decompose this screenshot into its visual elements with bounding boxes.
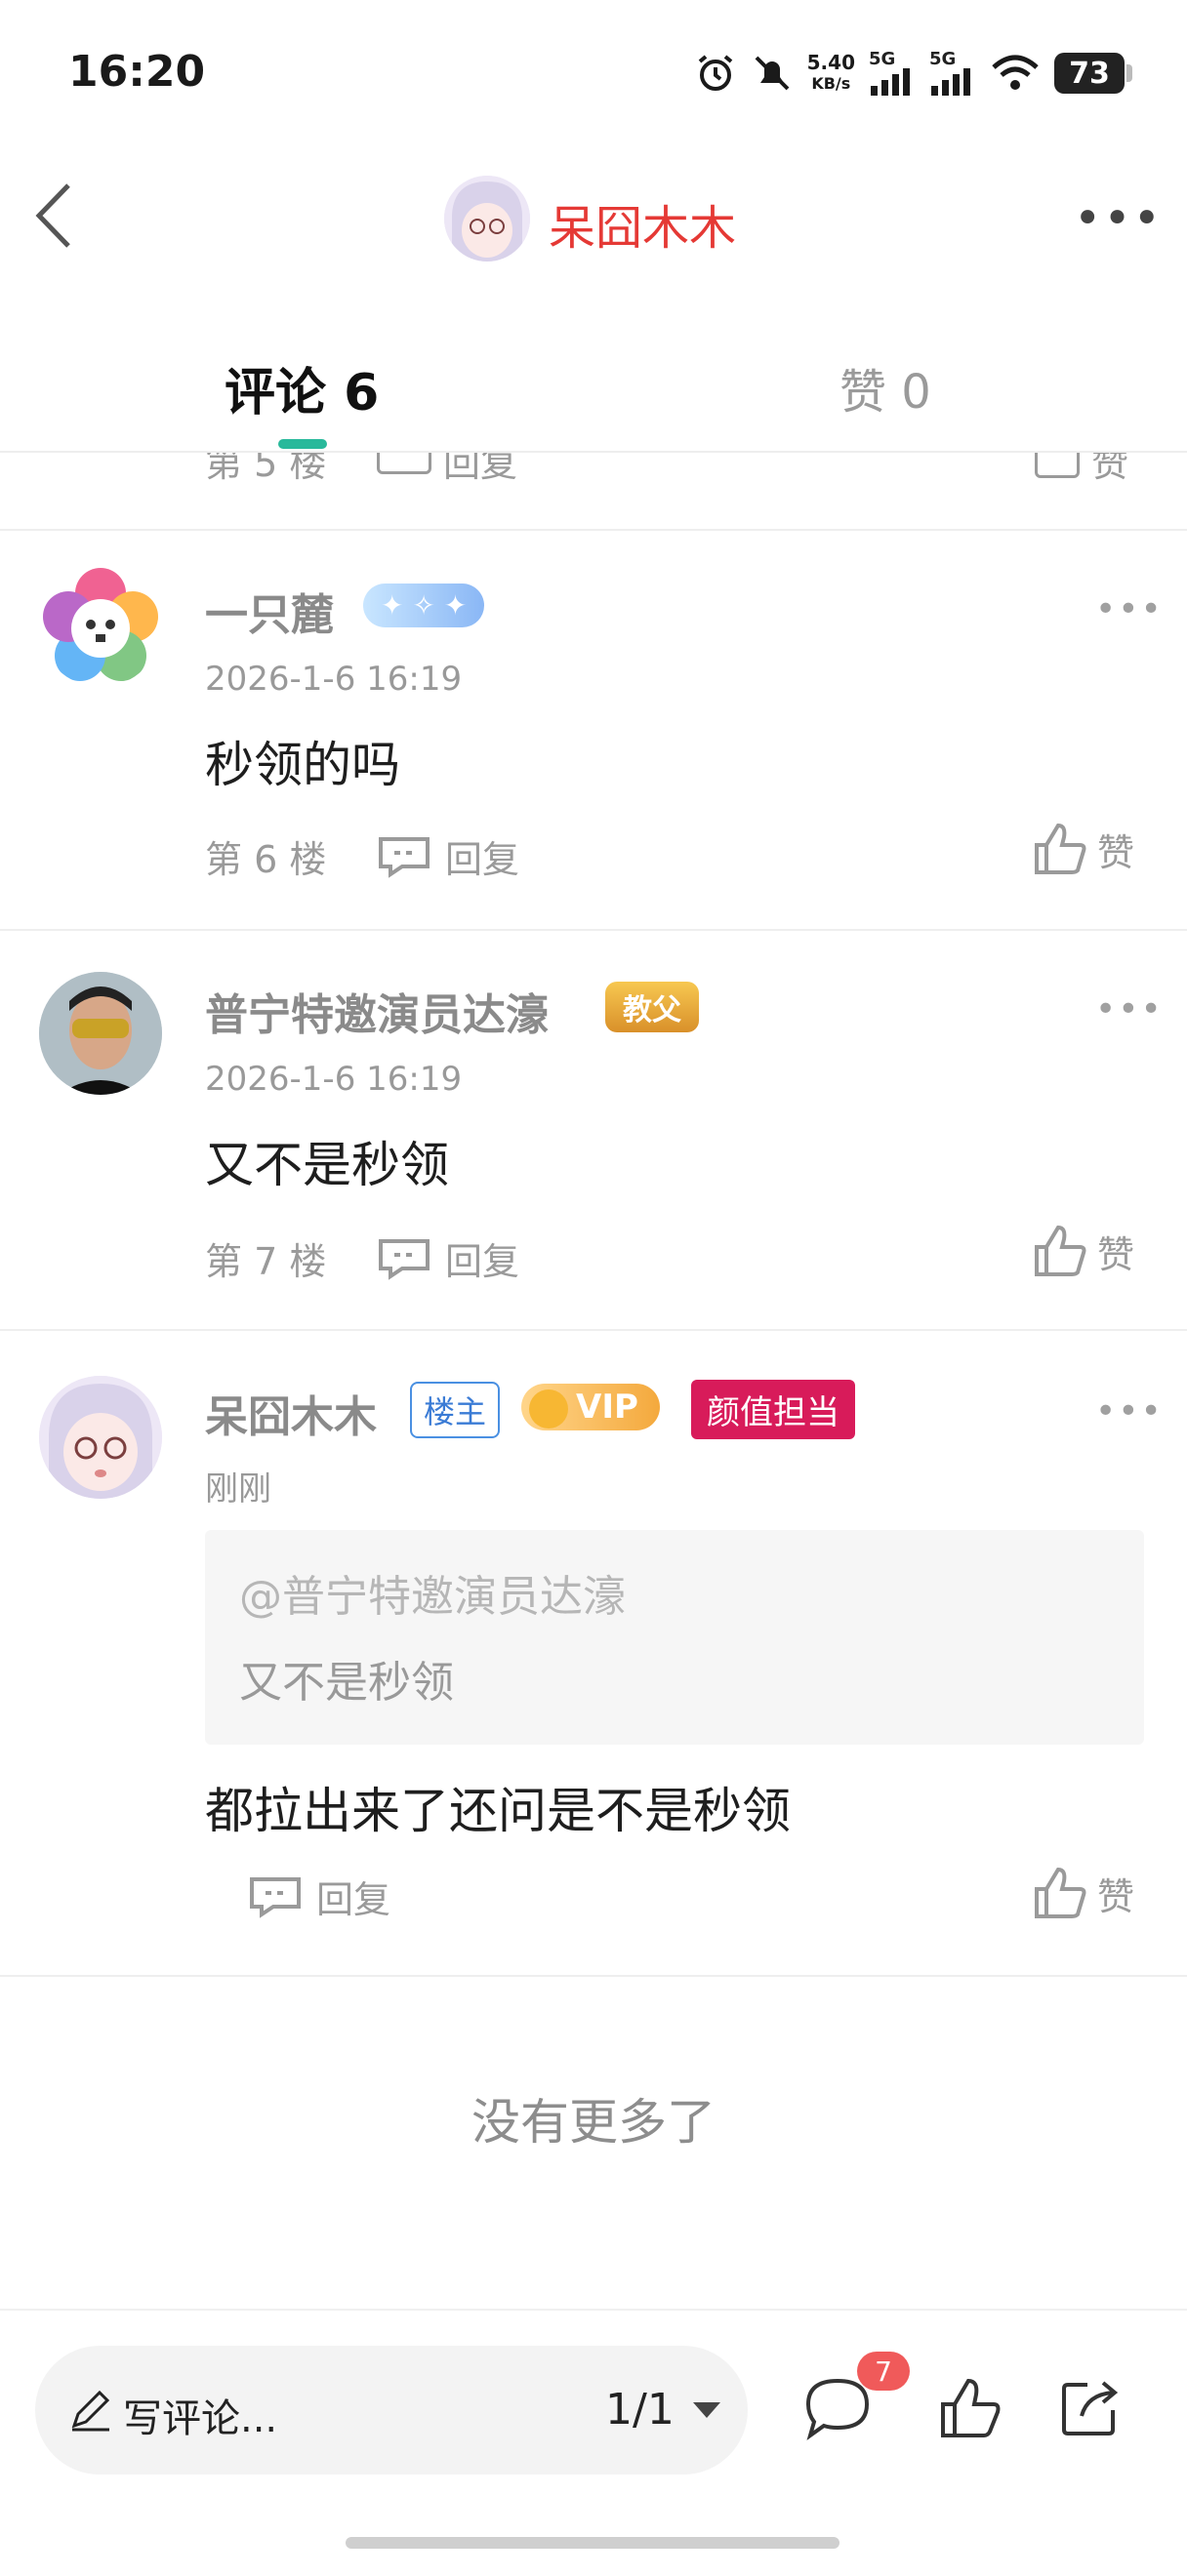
- signal-2: 5G: [929, 51, 976, 96]
- signal-bars-icon: [931, 68, 970, 96]
- like-button[interactable]: 赞: [1033, 1866, 1134, 1920]
- floor-label: 第 7 楼: [205, 1240, 327, 1283]
- username[interactable]: 呆囧木木: [205, 1382, 377, 1444]
- vip-badge: VIP: [521, 1384, 660, 1430]
- person-avatar-icon: [39, 972, 162, 1095]
- page-title[interactable]: 呆囧木木: [549, 189, 736, 258]
- user-badge: 教父: [605, 982, 699, 1032]
- bottom-bar-divider: [0, 2309, 1187, 2311]
- mute-bell-icon: [755, 56, 790, 91]
- user-badge: ✦ ✧ ✦: [363, 584, 485, 627]
- reply-button[interactable]: 回复: [377, 453, 517, 482]
- reply-icon: [379, 836, 430, 878]
- chevron-left-icon[interactable]: [29, 181, 78, 250]
- wifi-icon: [992, 55, 1039, 90]
- thumb-up-icon: [1035, 453, 1080, 478]
- network-speed: 5.40 KB/s: [806, 51, 855, 93]
- comment-text: 秒领的吗: [205, 737, 400, 793]
- crown-icon: [529, 1389, 568, 1429]
- owner-badge: 楼主: [410, 1382, 501, 1438]
- page-selector[interactable]: 1/1: [605, 2385, 675, 2435]
- comment-divider: [0, 529, 1187, 531]
- floor-label: 第 5 楼: [205, 453, 327, 482]
- signal-1: 5G: [869, 51, 916, 96]
- avatar[interactable]: [39, 972, 162, 1095]
- no-more-label: 没有更多了: [471, 2094, 716, 2151]
- thumb-up-icon: [1035, 1867, 1086, 1918]
- reply-icon: [377, 453, 431, 474]
- like-button[interactable]: 赞: [1033, 1224, 1134, 1278]
- author-avatar[interactable]: [444, 176, 530, 262]
- more-horizontal-icon[interactable]: •••: [1095, 989, 1164, 1029]
- alarm-icon: [698, 55, 732, 91]
- thumb-up-icon[interactable]: [939, 2377, 1002, 2439]
- home-indicator: [346, 2537, 839, 2549]
- more-horizontal-icon[interactable]: •••: [1095, 589, 1164, 629]
- comment-divider: [0, 929, 1187, 931]
- like-button[interactable]: 赞: [1033, 822, 1134, 876]
- comment-divider: [0, 1329, 1187, 1331]
- flower-avatar-icon: [43, 568, 158, 681]
- thumb-up-icon: [1035, 1225, 1086, 1276]
- more-horizontal-icon[interactable]: •••: [1095, 1391, 1164, 1431]
- reply-button[interactable]: 回复: [377, 829, 519, 883]
- reply-button[interactable]: 回复: [248, 1870, 390, 1923]
- quote-text: 又不是秒领: [239, 1658, 454, 1708]
- reply-button[interactable]: 回复: [377, 1231, 519, 1285]
- avatar[interactable]: [39, 1376, 162, 1499]
- like-button[interactable]: 赞: [1035, 453, 1128, 482]
- title-badge: 颜值担当: [691, 1380, 855, 1439]
- comment-count-badge: 7: [857, 2352, 910, 2391]
- thumb-up-icon: [1035, 823, 1086, 874]
- username[interactable]: 一只麓: [205, 580, 334, 642]
- avatar[interactable]: [39, 564, 162, 687]
- comment-time: 刚刚: [205, 1469, 271, 1509]
- battery-indicator: 73: [1054, 53, 1132, 94]
- avatar-illustration: [444, 176, 530, 262]
- username[interactable]: 普宁特邀演员达濠: [205, 980, 549, 1042]
- caret-down-icon[interactable]: [691, 2400, 722, 2420]
- tab-likes[interactable]: 赞 0: [839, 353, 931, 422]
- share-icon[interactable]: [1058, 2375, 1123, 2439]
- reply-icon: [250, 1876, 301, 1918]
- comment-time: 2026-1-6 16:19: [205, 1060, 463, 1099]
- partial-row-clip: 第 5 楼 回复 赞: [0, 453, 1187, 482]
- comment-text: 又不是秒领: [205, 1137, 449, 1193]
- avatar-illustration: [39, 1376, 162, 1499]
- tab-comments[interactable]: 评论 6: [225, 351, 379, 424]
- floor-label: 第 6 楼: [205, 838, 327, 881]
- status-icons: 5.40 KB/s 5G 5G 73: [694, 51, 1132, 96]
- status-time: 16:20: [68, 47, 206, 97]
- tab-indicator: [278, 439, 327, 449]
- more-horizontal-icon[interactable]: •••: [1074, 191, 1163, 246]
- reply-icon: [379, 1238, 430, 1280]
- comment-divider: [0, 1975, 1187, 1977]
- quote-user[interactable]: @普宁特邀演员达濠: [239, 1561, 626, 1624]
- comment-text: 都拉出来了还问是不是秒领: [205, 1783, 791, 1839]
- comment-time: 2026-1-6 16:19: [205, 660, 463, 699]
- pencil-icon: [71, 2390, 110, 2432]
- signal-bars-icon: [871, 68, 910, 96]
- write-comment-placeholder[interactable]: 写评论...: [123, 2387, 277, 2443]
